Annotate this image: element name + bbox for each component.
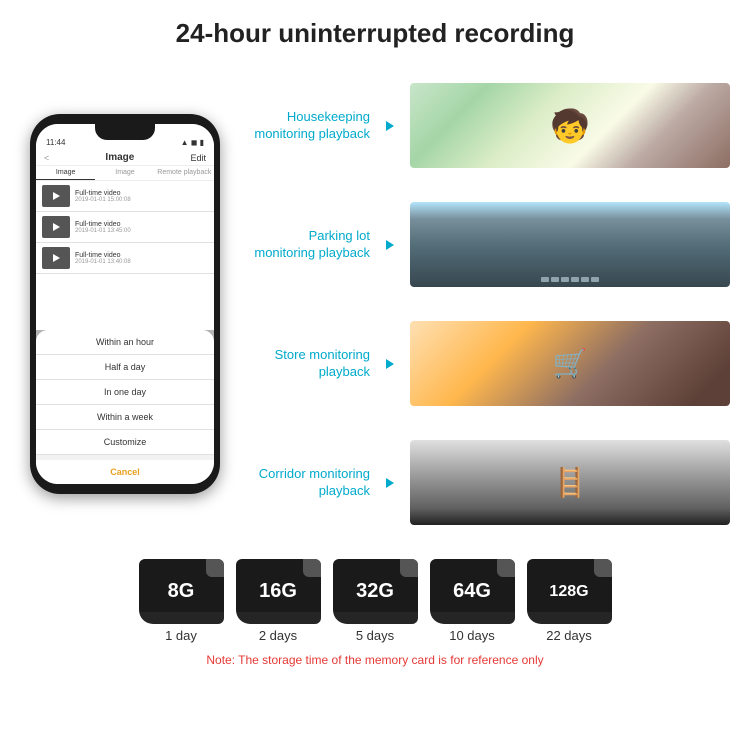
sd-card-64g: 64G 10 days [430, 559, 515, 643]
scenario-parking-text: Parking lotmonitoring playback [240, 228, 370, 262]
phone-mockup: 11:44 ▲ ◼ ▮ < Image Edit Image Image Rem… [30, 114, 220, 494]
arrow-right-icon-4 [386, 478, 394, 488]
phone-nav-title: Image [105, 152, 134, 163]
scenario-housekeeping: Housekeepingmonitoring playback 🧒 [240, 69, 730, 182]
scenario-housekeeping-label: Housekeepingmonitoring playback [240, 109, 370, 143]
corridor-figure: 🪜 [553, 466, 588, 499]
sd-days-32g: 5 days [356, 628, 394, 643]
phone-back-button[interactable]: < [44, 153, 49, 163]
sd-card-128g: 128G 22 days [527, 559, 612, 643]
popup-item-customize[interactable]: Customize [36, 430, 214, 455]
scenario-housekeeping-text: Housekeepingmonitoring playback [240, 109, 370, 143]
phone-tabs: Image Image Remote playback [36, 166, 214, 181]
phone-item-date-2: 2019-01-01 13:45:00 [75, 228, 131, 234]
phone-popup: Within an hour Half a day In one day Wit… [36, 330, 214, 484]
phone-item-text-1: Full-time video 2019-01-01 15:00:08 [75, 190, 131, 203]
scenario-parking-image [410, 202, 730, 287]
sd-days-16g: 2 days [259, 628, 297, 643]
phone-time: 11:44 [46, 138, 65, 147]
scenario-store-label: Store monitoringplayback [240, 347, 370, 381]
scenario-store: Store monitoringplayback 🛒 [240, 307, 730, 420]
phone-list-item[interactable]: Full-time video 2019-01-01 15:00:08 [36, 181, 214, 212]
phone-icons: ▲ ◼ ▮ [181, 138, 204, 147]
sd-days-128g: 22 days [546, 628, 592, 643]
car-3 [561, 277, 569, 282]
sd-card-32g: 32G 5 days [333, 559, 418, 643]
phone-list-item-2[interactable]: Full-time video 2019-01-01 13:45:00 [36, 212, 214, 243]
arrow-right-icon [386, 121, 394, 131]
phone-item-date-3: 2019-01-01 13:40:08 [75, 259, 131, 265]
phone-navbar: < Image Edit [36, 150, 214, 166]
phone-item-title-2: Full-time video [75, 221, 131, 228]
popup-item-week[interactable]: Within a week [36, 405, 214, 430]
sd-cards-row: 8G 1 day 16G 2 days 32G 5 days 64G 10 da… [139, 559, 612, 643]
scenario-parking-arrow [380, 240, 400, 250]
note-text: Note: The storage time of the memory car… [206, 649, 543, 671]
phone-list: Full-time video 2019-01-01 15:00:08 Full… [36, 181, 214, 274]
sd-card-body-64g: 64G [430, 559, 515, 624]
phone-item-date-1: 2019-01-01 15:00:08 [75, 197, 131, 203]
phone-tab-remote[interactable]: Remote playback [155, 166, 214, 180]
sd-days-64g: 10 days [449, 628, 495, 643]
car-4 [571, 277, 579, 282]
page-title: 24-hour uninterrupted recording [10, 18, 740, 49]
phone-edit-button[interactable]: Edit [190, 153, 206, 163]
scenario-parking: Parking lotmonitoring playback [240, 188, 730, 301]
scenario-corridor-label: Corridor monitoringplayback [240, 466, 370, 500]
sd-card-16g: 16G 2 days [236, 559, 321, 643]
main-content: 11:44 ▲ ◼ ▮ < Image Edit Image Image Rem… [0, 59, 750, 549]
scenario-corridor-text: Corridor monitoringplayback [240, 466, 370, 500]
sd-size-8g: 8G [168, 580, 195, 603]
car-2 [551, 277, 559, 282]
scenario-store-text: Store monitoringplayback [240, 347, 370, 381]
phone-thumb-3 [42, 247, 70, 269]
page-header: 24-hour uninterrupted recording [0, 0, 750, 59]
sd-days-8g: 1 day [165, 628, 197, 643]
phone-thumb-2 [42, 216, 70, 238]
sd-card-body-32g: 32G [333, 559, 418, 624]
scenario-parking-label: Parking lotmonitoring playback [240, 228, 370, 262]
sd-size-64g: 64G [453, 580, 491, 603]
sd-card-body-128g: 128G [527, 559, 612, 624]
phone-list-item-3[interactable]: Full-time video 2019-01-01 13:40:08 [36, 243, 214, 274]
phone-item-title-1: Full-time video [75, 190, 131, 197]
popup-cancel-button[interactable]: Cancel [36, 460, 214, 484]
phone-item-title-3: Full-time video [75, 252, 131, 259]
sd-size-128g: 128G [549, 583, 588, 601]
housekeeping-figure: 🧒 [550, 107, 590, 145]
phone-item-text-3: Full-time video 2019-01-01 13:40:08 [75, 252, 131, 265]
sd-size-32g: 32G [356, 580, 394, 603]
phone-tab-image[interactable]: Image [36, 166, 95, 180]
car-1 [541, 277, 549, 282]
scenario-corridor-image: 🪜 [410, 440, 730, 525]
phone-screen: 11:44 ▲ ◼ ▮ < Image Edit Image Image Rem… [36, 124, 214, 484]
popup-item-within-hour[interactable]: Within an hour [36, 330, 214, 355]
scenario-corridor-arrow [380, 478, 400, 488]
scenario-store-image: 🛒 [410, 321, 730, 406]
phone-tab-image2[interactable]: Image [95, 166, 154, 180]
sd-section: 8G 1 day 16G 2 days 32G 5 days 64G 10 da… [0, 549, 750, 676]
phone-item-text-2: Full-time video 2019-01-01 13:45:00 [75, 221, 131, 234]
scenario-housekeeping-image: 🧒 [410, 83, 730, 168]
store-figure: 🛒 [553, 347, 588, 380]
phone-thumb-1 [42, 185, 70, 207]
car-6 [591, 277, 599, 282]
sd-card-body-8g: 8G [139, 559, 224, 624]
popup-item-half-day[interactable]: Half a day [36, 355, 214, 380]
scenario-store-arrow [380, 359, 400, 369]
arrow-right-icon-2 [386, 240, 394, 250]
phone-container: 11:44 ▲ ◼ ▮ < Image Edit Image Image Rem… [20, 59, 230, 549]
sd-size-16g: 16G [259, 580, 297, 603]
car-row [541, 277, 599, 282]
scenario-corridor: Corridor monitoringplayback 🪜 [240, 426, 730, 539]
sd-card-8g: 8G 1 day [139, 559, 224, 643]
sd-card-body-16g: 16G [236, 559, 321, 624]
scenario-housekeeping-arrow [380, 121, 400, 131]
arrow-right-icon-3 [386, 359, 394, 369]
scenarios-container: Housekeepingmonitoring playback 🧒 Parkin… [240, 59, 730, 549]
popup-item-one-day[interactable]: In one day [36, 380, 214, 405]
phone-popup-menu: Within an hour Half a day In one day Wit… [36, 330, 214, 484]
car-5 [581, 277, 589, 282]
phone-notch [95, 124, 155, 140]
